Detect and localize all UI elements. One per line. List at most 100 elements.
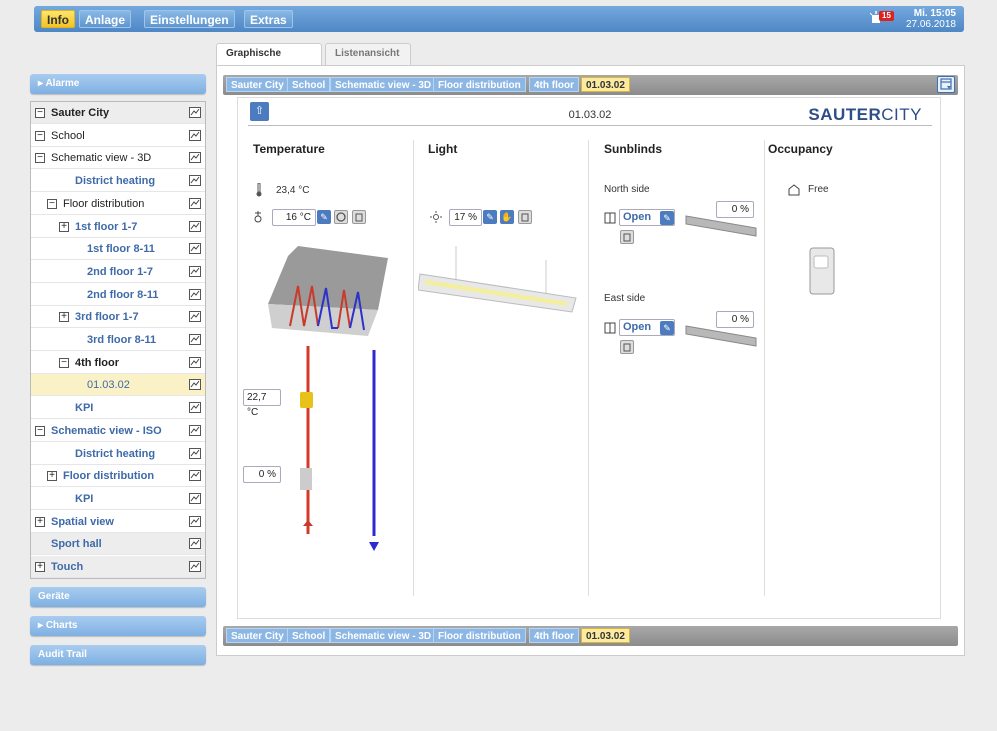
tree-item[interactable]: District heating: [31, 170, 205, 193]
menu-info[interactable]: Info: [41, 10, 75, 28]
breadcrumb-item[interactable]: School: [287, 628, 331, 643]
charts-button[interactable]: ▸ Charts: [30, 616, 206, 636]
chart-view-icon[interactable]: [189, 311, 201, 323]
chart-view-icon[interactable]: [189, 288, 201, 300]
tree-item[interactable]: 1st floor 8-11: [31, 238, 205, 261]
collapse-icon[interactable]: −: [35, 425, 45, 436]
chart-view-icon[interactable]: [189, 402, 201, 414]
breadcrumb-item[interactable]: Schematic view - 3D: [330, 77, 437, 92]
tree-item[interactable]: KPI: [31, 488, 205, 510]
light-auto-button[interactable]: [518, 210, 532, 224]
breadcrumb-item[interactable]: Floor distribution: [433, 628, 526, 643]
manual-mode-button[interactable]: [352, 210, 366, 224]
flow-temperature-value: 22,7 °C: [243, 389, 281, 418]
chart-view-icon[interactable]: [189, 515, 201, 527]
collapse-icon[interactable]: −: [47, 198, 57, 209]
chevron-right-icon: ▸: [38, 620, 46, 631]
edit-light-button[interactable]: ✎: [483, 210, 497, 224]
tree-item[interactable]: +1st floor 1-7: [31, 216, 205, 238]
edit-east-blind-button[interactable]: ✎: [660, 321, 674, 335]
chart-view-icon[interactable]: [189, 129, 201, 141]
tree-item-label: School: [51, 129, 85, 142]
tree-item[interactable]: +3rd floor 1-7: [31, 306, 205, 329]
breadcrumb-current[interactable]: 01.03.02: [581, 77, 630, 92]
breadcrumb-current[interactable]: 01.03.02: [581, 628, 630, 643]
override-button[interactable]: [334, 210, 348, 224]
tab-listenansicht[interactable]: Listenansicht: [325, 43, 411, 65]
tree-item[interactable]: KPI: [31, 397, 205, 420]
breadcrumb-item[interactable]: Schematic view - 3D: [330, 628, 437, 643]
tree-item[interactable]: 2nd floor 8-11: [31, 284, 205, 306]
breadcrumb-item[interactable]: 4th floor: [529, 77, 579, 92]
collapse-icon[interactable]: −: [35, 108, 45, 118]
geraete-button[interactable]: Geräte: [30, 587, 206, 607]
chart-view-icon[interactable]: [189, 265, 201, 277]
menu-einstellungen[interactable]: Einstellungen: [144, 10, 235, 28]
brand-light: CITY: [881, 105, 922, 124]
menu-anlage[interactable]: Anlage: [79, 10, 132, 28]
breadcrumb-item[interactable]: 4th floor: [529, 628, 579, 643]
light-manual-button[interactable]: ✋: [500, 210, 514, 224]
collapse-icon[interactable]: −: [59, 357, 69, 368]
datetime: Mi. 15:05 27.06.2018: [906, 8, 956, 30]
view-options-button[interactable]: [937, 76, 955, 93]
light-level-field[interactable]: 17 %: [449, 209, 482, 226]
chart-view-icon[interactable]: [189, 356, 201, 368]
chart-view-icon[interactable]: [189, 152, 201, 164]
breadcrumb-item[interactable]: School: [287, 77, 331, 92]
expand-icon[interactable]: +: [47, 471, 57, 482]
temperature-setpoint-field[interactable]: 16 °C: [272, 209, 316, 226]
tree-item[interactable]: − Schematic view - ISO: [31, 420, 205, 442]
breadcrumb-item[interactable]: Floor distribution: [433, 77, 526, 92]
alarme-button[interactable]: ▸ Alarme: [30, 74, 206, 94]
tree-item-label: Touch: [51, 561, 84, 573]
north-blind-manual-button[interactable]: [620, 230, 634, 244]
chart-view-icon[interactable]: [189, 561, 201, 572]
chart-view-icon[interactable]: [189, 107, 201, 118]
edit-setpoint-button[interactable]: ✎: [317, 210, 331, 224]
tree-item[interactable]: − Floor distribution: [31, 193, 205, 215]
tree-item[interactable]: −4th floor: [31, 352, 205, 374]
tree-item[interactable]: + Spatial view: [31, 511, 205, 533]
tree-item[interactable]: 2nd floor 1-7: [31, 261, 205, 283]
tab-graphische-ansicht[interactable]: Graphische Ansicht: [216, 43, 322, 79]
tree-item[interactable]: − School: [31, 125, 205, 147]
chart-view-icon[interactable]: [189, 538, 201, 550]
tree-item[interactable]: + Touch: [31, 556, 205, 578]
breadcrumb-item[interactable]: Sauter City: [226, 77, 289, 92]
expand-icon[interactable]: +: [35, 562, 45, 572]
tree-item-label: KPI: [75, 402, 94, 415]
chart-view-icon[interactable]: [189, 447, 201, 459]
chart-view-icon[interactable]: [189, 470, 201, 482]
expand-icon[interactable]: +: [59, 312, 69, 323]
east-blind-manual-button[interactable]: [620, 340, 634, 354]
chart-view-icon[interactable]: [189, 175, 201, 187]
tree-item[interactable]: − Schematic view - 3D: [31, 147, 205, 170]
chart-view-icon[interactable]: [189, 492, 201, 504]
tree-item[interactable]: Sport hall: [31, 533, 205, 556]
chart-view-icon[interactable]: [189, 197, 201, 209]
chart-view-icon[interactable]: [189, 424, 201, 436]
collapse-icon[interactable]: −: [35, 130, 45, 141]
expand-icon[interactable]: +: [35, 516, 45, 527]
tree-item-label: Schematic view - 3D: [51, 152, 152, 165]
tree-item[interactable]: District heating: [31, 443, 205, 465]
chart-view-icon[interactable]: [189, 243, 201, 255]
tree-item[interactable]: + Floor distribution: [31, 465, 205, 488]
tree-item[interactable]: − Sauter City: [31, 102, 205, 124]
breadcrumb-item[interactable]: Sauter City: [226, 628, 289, 643]
audit-trail-button[interactable]: Audit Trail: [30, 645, 206, 665]
tree-item[interactable]: 3rd floor 8-11: [31, 329, 205, 351]
chart-view-icon[interactable]: [189, 220, 201, 232]
collapse-icon[interactable]: −: [35, 153, 45, 164]
menu-extras[interactable]: Extras: [244, 10, 293, 28]
alarm-indicator[interactable]: 15: [869, 11, 894, 27]
tree-item[interactable]: 01.03.02: [31, 374, 205, 397]
tree-item-label: Spatial view: [51, 515, 114, 528]
edit-north-blind-button[interactable]: ✎: [660, 211, 674, 225]
tree-item-label: District heating: [75, 447, 156, 460]
expand-icon[interactable]: +: [59, 221, 69, 232]
chart-view-icon[interactable]: [189, 334, 201, 345]
chart-view-icon[interactable]: [189, 379, 201, 391]
tree-item-label: 4th floor: [75, 356, 119, 369]
